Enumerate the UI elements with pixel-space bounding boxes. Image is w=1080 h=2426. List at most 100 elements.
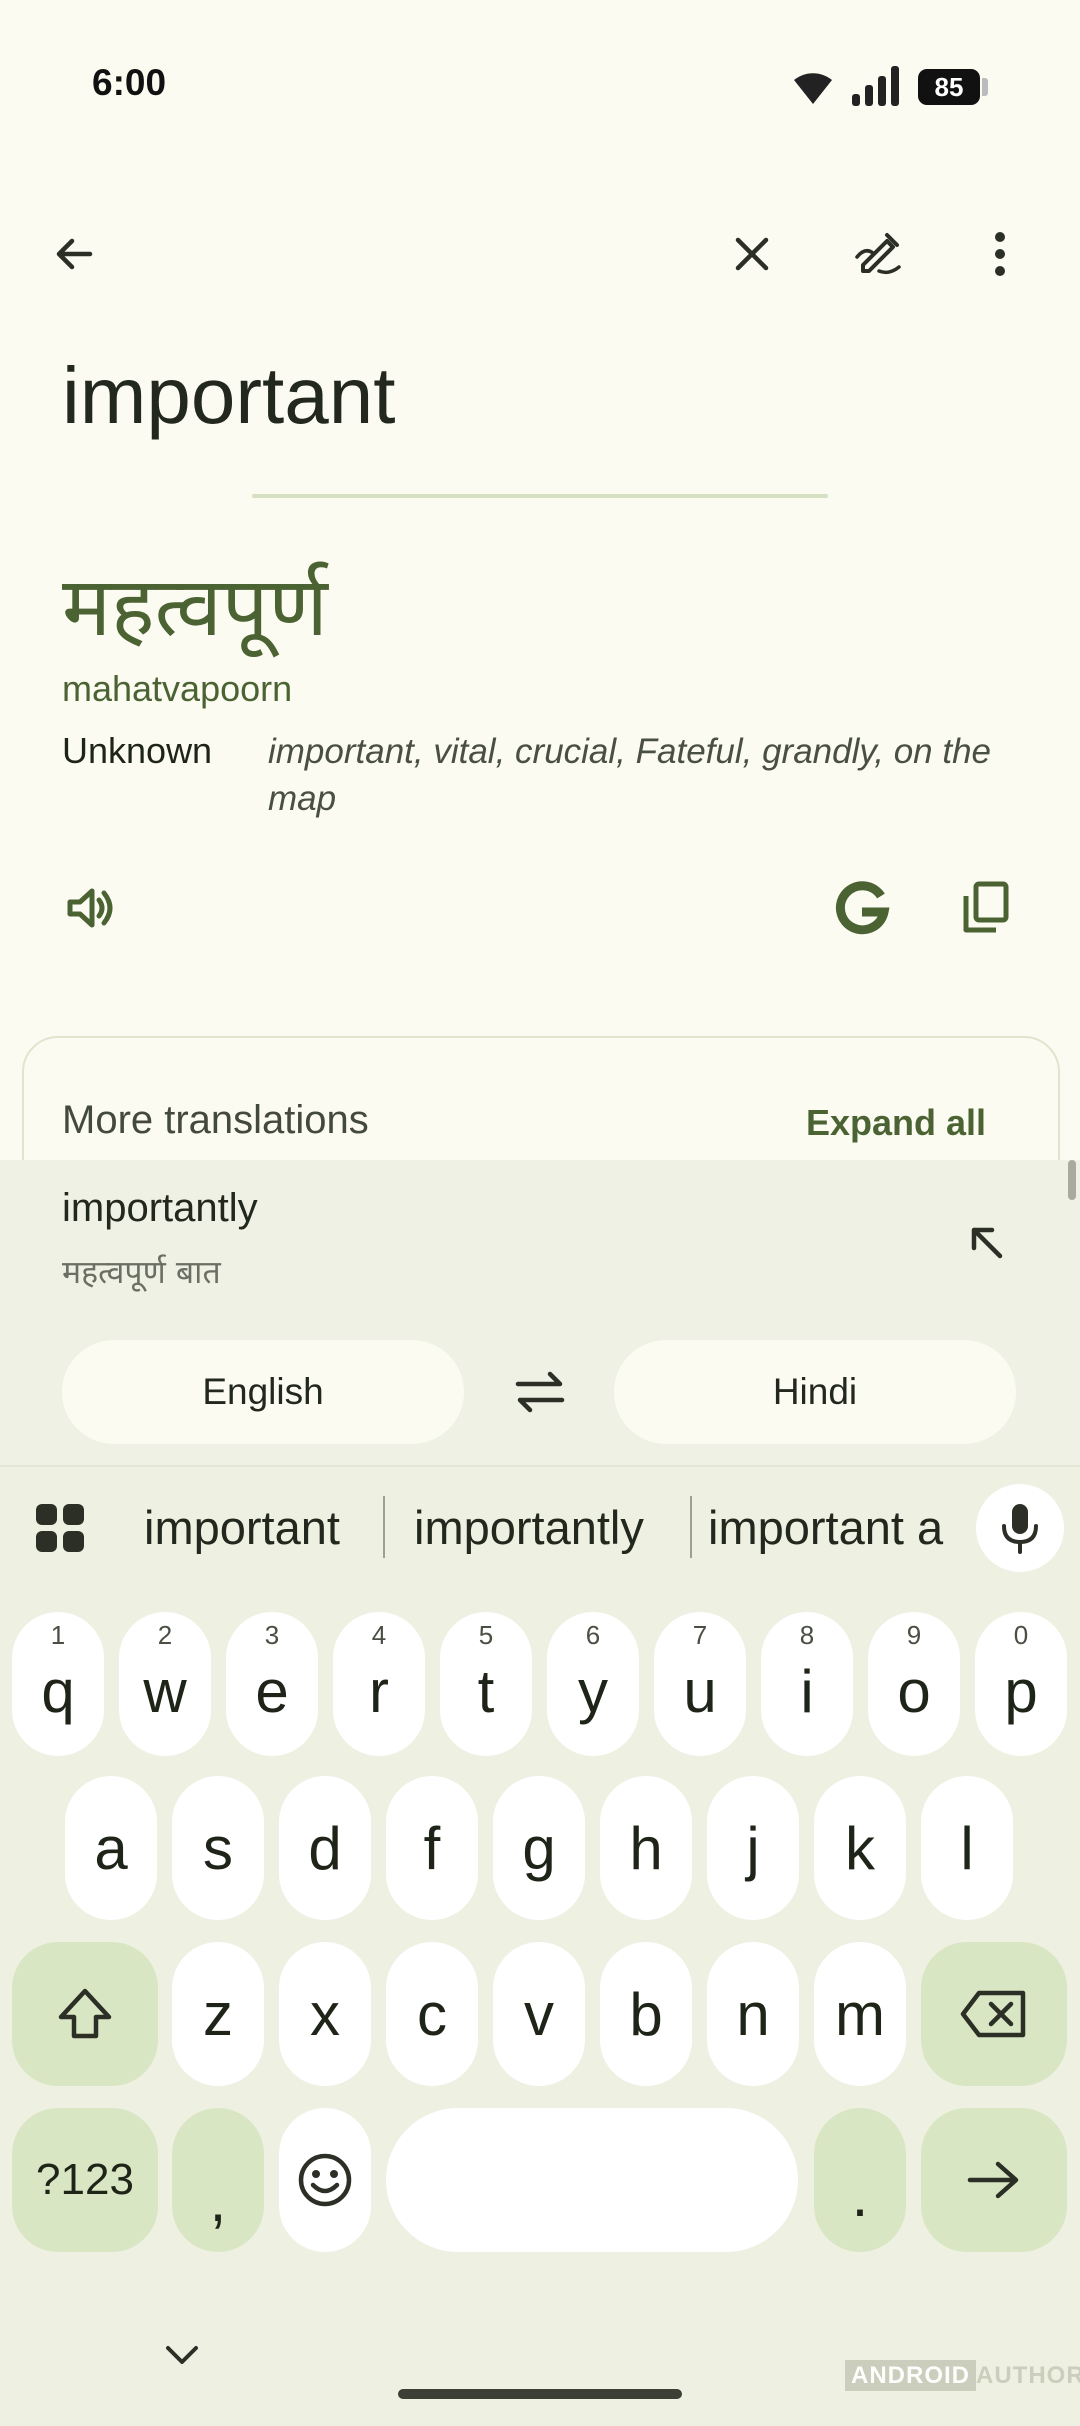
swap-icon[interactable] — [508, 1360, 572, 1424]
target-language-button[interactable]: Hindi — [614, 1340, 1016, 1444]
key-hint: 1 — [50, 1620, 66, 1650]
key-g[interactable]: g — [493, 1776, 585, 1920]
comma-key[interactable]: , — [172, 2108, 264, 2252]
close-icon[interactable] — [720, 222, 784, 286]
home-indicator[interactable] — [398, 2389, 682, 2399]
source-language-button[interactable]: English — [62, 1340, 464, 1444]
key-label: r — [369, 1657, 389, 1725]
key-t[interactable]: 5t — [440, 1612, 532, 1756]
enter-key[interactable] — [921, 2108, 1067, 2252]
translated-text: महत्वपूर्ण — [62, 560, 328, 655]
wifi-icon — [790, 66, 836, 106]
key-p[interactable]: 0p — [975, 1612, 1067, 1756]
key-f[interactable]: f — [386, 1776, 478, 1920]
backspace-icon — [960, 1990, 1026, 2038]
suggestion-divider — [690, 1496, 692, 1558]
key-label: e — [255, 1657, 289, 1725]
key-label: p — [1004, 1657, 1038, 1725]
watermark-box: ANDROID — [845, 2360, 976, 2391]
source-language-label: English — [202, 1371, 324, 1412]
emoji-icon — [298, 2153, 352, 2207]
period-label: . — [851, 2161, 869, 2229]
symbols-key[interactable]: ?123 — [12, 2108, 158, 2252]
key-h[interactable]: h — [600, 1776, 692, 1920]
microphone-icon[interactable] — [976, 1484, 1064, 1572]
suggestion-divider — [383, 1496, 385, 1558]
key-hint: 6 — [585, 1620, 601, 1650]
keyboard-suggestion[interactable]: important — [144, 1500, 340, 1555]
key-label: u — [683, 1657, 717, 1725]
key-label: q — [41, 1657, 75, 1725]
copy-icon[interactable] — [954, 876, 1018, 940]
synonyms-list: important, vital, crucial, Fateful, gran… — [268, 732, 992, 818]
key-hint: 0 — [1013, 1620, 1029, 1650]
key-label: w — [143, 1657, 187, 1725]
key-y[interactable]: 6y — [547, 1612, 639, 1756]
status-bar: 6:00 85 — [0, 0, 1080, 170]
arrow-up-left-icon[interactable] — [954, 1210, 1018, 1274]
handwriting-pen-icon[interactable] — [846, 222, 910, 286]
key-k[interactable]: k — [814, 1776, 906, 1920]
key-label: y — [578, 1657, 608, 1725]
watermark-logo: ANDROIDAUTHORITY — [845, 2360, 1080, 2391]
key-c[interactable]: c — [386, 1942, 478, 2086]
shift-icon — [58, 1988, 112, 2039]
key-i[interactable]: 8i — [761, 1612, 853, 1756]
scrollbar[interactable] — [1068, 1160, 1076, 1200]
key-hint: 7 — [692, 1620, 708, 1650]
emoji-key[interactable] — [279, 2108, 371, 2252]
space-key[interactable] — [386, 2108, 798, 2252]
hide-keyboard-chevron-icon[interactable] — [160, 2340, 204, 2370]
key-a[interactable]: a — [65, 1776, 157, 1920]
keyboard-suggestion[interactable]: important a — [708, 1500, 943, 1555]
comma-label: , — [209, 2166, 227, 2234]
suggestion-translation: महत्वपूर्ण बात — [62, 1253, 221, 1291]
key-v[interactable]: v — [493, 1942, 585, 2086]
key-b[interactable]: b — [600, 1942, 692, 2086]
key-x[interactable]: x — [279, 1942, 371, 2086]
key-label: t — [477, 1657, 495, 1725]
key-z[interactable]: z — [172, 1942, 264, 2086]
key-l[interactable]: l — [921, 1776, 1013, 1920]
suggestion-word[interactable]: importantly — [62, 1186, 258, 1231]
keyboard-suggestion[interactable]: importantly — [414, 1500, 644, 1555]
back-arrow-icon[interactable] — [42, 222, 106, 286]
key-hint: 9 — [906, 1620, 922, 1650]
expand-all-button[interactable]: Expand all — [806, 1102, 986, 1144]
more-vert-icon[interactable] — [968, 222, 1032, 286]
google-icon[interactable] — [830, 876, 894, 940]
key-hint: 2 — [157, 1620, 173, 1650]
key-u[interactable]: 7u — [654, 1612, 746, 1756]
key-d[interactable]: d — [279, 1776, 371, 1920]
more-translations-title: More translations — [62, 1098, 369, 1142]
key-r[interactable]: 4r — [333, 1612, 425, 1756]
backspace-key[interactable] — [921, 1942, 1067, 2086]
apps-grid-icon[interactable] — [28, 1496, 92, 1560]
key-hint: 3 — [264, 1620, 280, 1650]
key-q[interactable]: 1q — [12, 1612, 104, 1756]
watermark-rest: AUTHORITY — [976, 2362, 1080, 2389]
divider — [252, 494, 828, 498]
period-key[interactable]: . — [814, 2108, 906, 2252]
key-m[interactable]: m — [814, 1942, 906, 2086]
source-text-input[interactable]: important — [62, 350, 395, 442]
key-hint: 5 — [478, 1620, 494, 1650]
key-n[interactable]: n — [707, 1942, 799, 2086]
key-hint: 8 — [799, 1620, 815, 1650]
speaker-icon[interactable] — [58, 876, 122, 940]
key-w[interactable]: 2w — [119, 1612, 211, 1756]
key-hint: 4 — [371, 1620, 387, 1650]
target-language-label: Hindi — [772, 1371, 858, 1412]
battery-indicator: 85 — [918, 69, 980, 105]
battery-nub — [982, 78, 988, 96]
part-of-speech: Unknown — [62, 730, 213, 771]
key-label: o — [897, 1657, 931, 1725]
shift-key[interactable] — [12, 1942, 158, 2086]
status-time: 6:00 — [92, 62, 167, 103]
key-s[interactable]: s — [172, 1776, 264, 1920]
key-e[interactable]: 3e — [226, 1612, 318, 1756]
key-j[interactable]: j — [707, 1776, 799, 1920]
cell-signal-icon — [852, 66, 904, 106]
key-label: i — [800, 1657, 814, 1725]
key-o[interactable]: 9o — [868, 1612, 960, 1756]
